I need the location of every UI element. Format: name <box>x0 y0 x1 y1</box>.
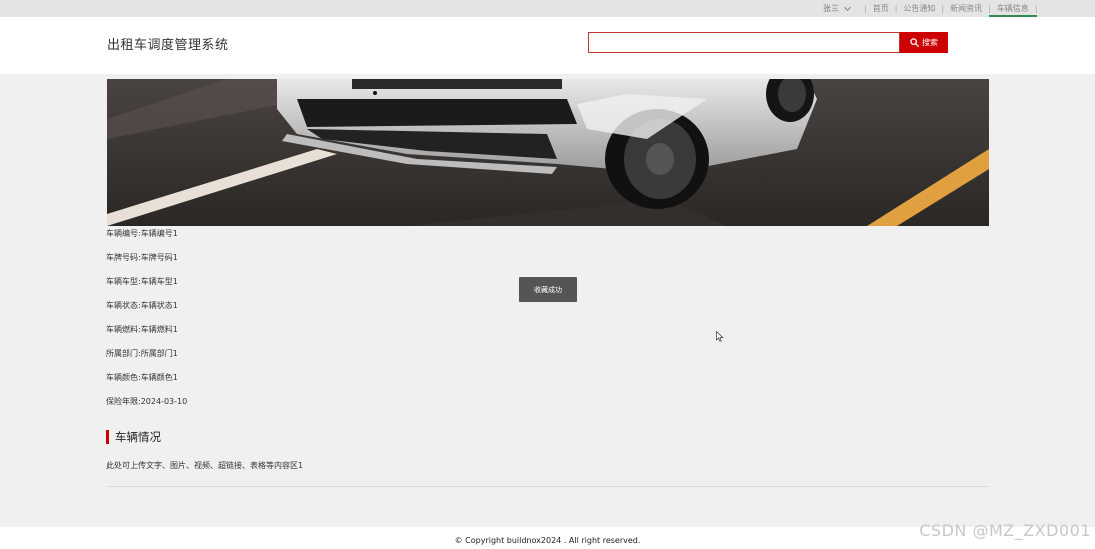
mouse-cursor-icon <box>716 331 724 342</box>
vehicle-banner-image <box>107 79 989 226</box>
plate-number: 车牌号码:车牌号码1 <box>106 253 178 262</box>
chevron-down-icon <box>843 3 852 11</box>
search-icon <box>910 38 919 47</box>
header: 出租车调度管理系统 搜索 <box>0 17 1095 74</box>
nav-home[interactable]: 首页 <box>871 0 891 17</box>
user-name: 张三 <box>823 4 839 13</box>
top-bar: 张三 | 首页 | 公告通知 | 新闻资讯 | 车辆信息 | <box>0 0 1095 17</box>
search-button-label: 搜索 <box>922 38 938 47</box>
nav-notices[interactable]: 公告通知 <box>901 0 937 17</box>
top-nav: | 首页 | 公告通知 | 新闻资讯 | 车辆信息 | <box>860 0 1042 17</box>
section-content: 此处可上传文字、图片、视频、超链接、表格等内容区1 <box>106 461 304 470</box>
vehicle-model: 车辆车型:车辆车型1 <box>106 277 178 286</box>
section-title: 车辆情况 <box>106 430 161 444</box>
user-menu[interactable]: 张三 <box>823 3 852 14</box>
search-button[interactable]: 搜索 <box>900 32 948 53</box>
search-input[interactable] <box>588 32 900 53</box>
divider <box>107 486 989 487</box>
insurance-term: 保险年限:2024-03-10 <box>106 397 188 406</box>
nav-vehicles[interactable]: 车辆信息 <box>988 0 1037 17</box>
vehicle-color: 车辆颜色:车辆颜色1 <box>106 373 178 382</box>
vehicle-info-list: 车辆编号:车辆编号1 车牌号码:车牌号码1 车辆车型:车辆车型1 车辆状态:车辆… <box>106 228 506 420</box>
toast-message: 收藏成功 <box>519 277 577 302</box>
vehicle-fuel: 车辆燃料:车辆燃料1 <box>106 325 178 334</box>
vehicle-status: 车辆状态:车辆状态1 <box>106 301 178 310</box>
department: 所属部门:所属部门1 <box>106 349 178 358</box>
vehicle-number: 车辆编号:车辆编号1 <box>106 229 178 238</box>
watermark: CSDN @MZ_ZXD001 <box>919 521 1091 540</box>
site-title: 出租车调度管理系统 <box>107 38 229 53</box>
nav-news[interactable]: 新闻资讯 <box>948 0 984 17</box>
